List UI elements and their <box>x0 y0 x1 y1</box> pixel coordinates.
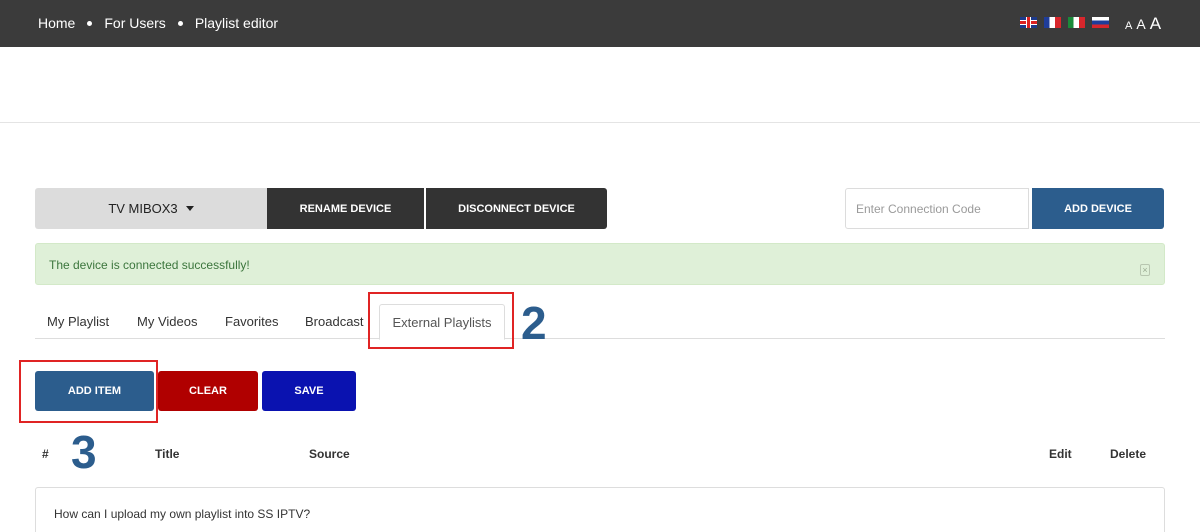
font-size-medium-button[interactable]: A <box>1136 16 1145 32</box>
success-alert: The device is connected successfully! × <box>35 243 1165 285</box>
alert-message: The device is connected successfully! <box>49 258 250 272</box>
it-flag-icon[interactable] <box>1068 17 1085 28</box>
column-header-delete: Delete <box>1110 447 1147 461</box>
tab-my-videos[interactable]: My Videos <box>137 314 197 329</box>
breadcrumb: Home For Users Playlist editor <box>38 15 278 31</box>
column-header-title: Title <box>155 447 180 461</box>
header-divider <box>0 122 1200 123</box>
add-device-button[interactable]: ADD DEVICE <box>1032 188 1164 229</box>
breadcrumb-home[interactable]: Home <box>38 15 75 31</box>
table-row-text: How can I upload my own playlist into SS… <box>54 507 311 521</box>
table-row[interactable]: How can I upload my own playlist into SS… <box>35 487 1165 532</box>
annotation-number-2: 2 <box>521 297 547 349</box>
uk-flag-icon[interactable] <box>1020 17 1037 28</box>
save-button[interactable]: SAVE <box>262 371 356 411</box>
breadcrumb-playlist-editor[interactable]: Playlist editor <box>195 15 278 31</box>
breadcrumb-for-users[interactable]: For Users <box>104 15 165 31</box>
fr-flag-icon[interactable] <box>1044 17 1061 28</box>
tab-my-playlist[interactable]: My Playlist <box>47 314 109 329</box>
column-header-number: # <box>42 447 49 461</box>
alert-close-icon[interactable]: × <box>1140 264 1150 276</box>
column-header-edit: Edit <box>1049 447 1072 461</box>
annotation-highlight-box-add-item <box>19 360 158 423</box>
annotation-highlight-box-tab <box>368 292 514 349</box>
rename-device-button[interactable]: RENAME DEVICE <box>267 188 424 229</box>
font-size-large-button[interactable]: A <box>1150 14 1161 34</box>
disconnect-device-button[interactable]: DISCONNECT DEVICE <box>426 188 607 229</box>
language-switcher <box>1020 17 1109 28</box>
clear-button[interactable]: CLEAR <box>158 371 258 411</box>
breadcrumb-separator-dot <box>87 20 93 26</box>
connection-code-input[interactable] <box>845 188 1029 229</box>
ru-flag-icon[interactable] <box>1092 17 1109 28</box>
device-select-dropdown[interactable]: TV MIBOX3 <box>35 188 267 229</box>
tab-favorites[interactable]: Favorites <box>225 314 278 329</box>
playlist-tabs: My Playlist My Videos Favorites Broadcas… <box>35 300 1165 340</box>
tab-broadcast[interactable]: Broadcast <box>305 314 364 329</box>
top-navigation-bar: Home For Users Playlist editor A A A <box>0 0 1200 47</box>
annotation-number-3: 3 <box>71 426 97 478</box>
font-size-small-button[interactable]: A <box>1125 20 1132 32</box>
breadcrumb-separator-dot <box>177 20 183 26</box>
device-select-label: TV MIBOX3 <box>108 201 178 216</box>
column-header-source: Source <box>309 447 350 461</box>
font-size-controls: A A A <box>1125 14 1161 34</box>
caret-down-icon <box>185 206 194 211</box>
